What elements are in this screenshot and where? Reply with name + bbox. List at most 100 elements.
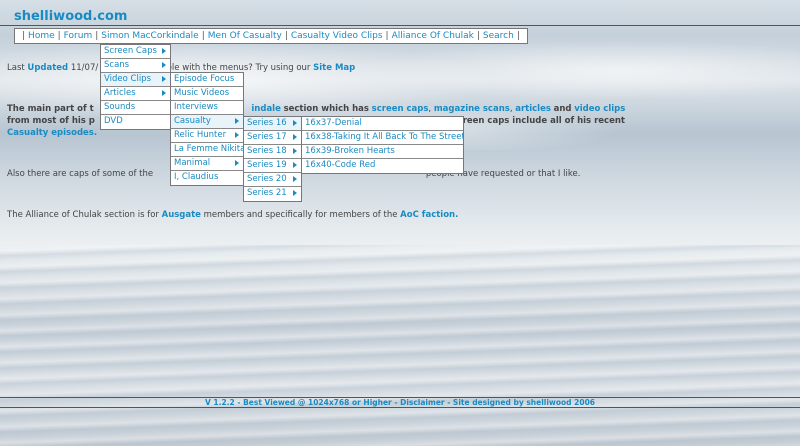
menu-item-label: Screen Caps xyxy=(104,46,157,56)
articles-link[interactable]: articles xyxy=(515,104,551,114)
dropdown-simon: Screen Caps Scans Video Clips Articles S… xyxy=(100,44,171,130)
aoc-faction-link[interactable]: AoC faction. xyxy=(400,210,458,220)
nav-separator: | xyxy=(57,31,61,41)
arrow-right-icon xyxy=(162,48,166,54)
arrow-right-icon xyxy=(293,148,297,154)
arrow-right-icon xyxy=(293,120,297,126)
text: 11/07/ xyxy=(70,63,99,73)
header-divider xyxy=(0,25,800,26)
menu-item-label: Series 18 xyxy=(247,146,287,156)
menu-item-label: Series 21 xyxy=(247,188,287,198)
arrow-right-icon xyxy=(162,76,166,82)
menu-item-episode[interactable]: 16x40-Code Red xyxy=(302,159,463,173)
menu-item-i-claudius[interactable]: I, Claudius xyxy=(171,171,243,185)
menu-item-la-femme-nikita[interactable]: La Femme Nikita xyxy=(171,143,243,157)
menu-item-episode[interactable]: 16x38-Taking It All Back To The Street xyxy=(302,131,463,145)
menu-item-label: Articles xyxy=(104,88,136,98)
footer-divider-bottom xyxy=(0,407,800,408)
dropdown-casualty: Series 16 Series 17 Series 18 Series 19 … xyxy=(243,116,302,202)
arrow-right-icon xyxy=(162,62,166,68)
menu-item-episode[interactable]: 16x37-Denial xyxy=(302,117,463,131)
text: indale xyxy=(251,104,281,114)
menu-item-series-16[interactable]: Series 16 xyxy=(244,117,301,131)
casualty-episodes-link[interactable]: Casualty episodes. xyxy=(7,128,97,138)
menu-item-label: Scans xyxy=(104,60,130,70)
arrow-right-icon xyxy=(293,134,297,140)
arrow-right-icon xyxy=(293,162,297,168)
site-map-link[interactable]: Site Map xyxy=(313,63,355,73)
text: and xyxy=(553,104,572,114)
menu-item-episode[interactable]: 16x39-Broken Hearts xyxy=(302,145,463,159)
dropdown-series-16: 16x37-Denial 16x38-Taking It All Back To… xyxy=(301,116,464,174)
ice-background xyxy=(0,245,800,446)
text: section which has xyxy=(283,104,369,114)
menu-item-articles[interactable]: Articles xyxy=(101,87,170,101)
text: Last xyxy=(7,63,25,73)
arrow-right-icon xyxy=(162,90,166,96)
nav-home[interactable]: Home xyxy=(28,31,55,41)
nav-alliance-of-chulak[interactable]: Alliance Of Chulak xyxy=(392,31,474,41)
menu-item-label: Relic Hunter xyxy=(174,130,227,140)
menu-item-music-videos[interactable]: Music Videos xyxy=(171,87,243,101)
menu-item-series-21[interactable]: Series 21 xyxy=(244,187,301,201)
menu-item-scans[interactable]: Scans xyxy=(101,59,170,73)
arrow-right-icon xyxy=(235,118,239,124)
menu-item-series-20[interactable]: Series 20 xyxy=(244,173,301,187)
menu-item-sounds[interactable]: Sounds xyxy=(101,101,170,115)
menu-item-label: 16x40-Code Red xyxy=(305,160,376,170)
nav-separator: | xyxy=(385,31,389,41)
menu-item-label: Episode Focus xyxy=(174,74,235,84)
menu-item-manimal[interactable]: Manimal xyxy=(171,157,243,171)
paragraph-alliance: The Alliance of Chulak section is for Au… xyxy=(7,209,797,221)
nav-men-of-casualty[interactable]: Men Of Casualty xyxy=(208,31,282,41)
arrow-right-icon xyxy=(235,160,239,166)
menu-item-label: Manimal xyxy=(174,158,211,168)
menu-item-video-clips[interactable]: Video Clips xyxy=(101,73,170,87)
arrow-right-icon xyxy=(235,132,239,138)
text: Also there are caps of some of the xyxy=(7,169,154,179)
nav-search[interactable]: Search xyxy=(483,31,514,41)
nav-separator: | xyxy=(201,31,205,41)
nav-forum[interactable]: Forum xyxy=(64,31,93,41)
menu-item-label: La Femme Nikita xyxy=(174,144,243,154)
text: The main part of t xyxy=(7,104,94,114)
magazine-scans-link[interactable]: magazine scans xyxy=(434,104,510,114)
menu-item-label: 16x37-Denial xyxy=(305,118,362,128)
menu-item-casualty[interactable]: Casualty xyxy=(171,115,243,129)
menu-item-label: DVD xyxy=(104,116,123,126)
nav-separator: | xyxy=(516,31,520,41)
arrow-right-icon xyxy=(293,176,297,182)
nav-casualty-video-clips[interactable]: Casualty Video Clips xyxy=(291,31,383,41)
menu-item-label: 16x39-Broken Hearts xyxy=(305,146,395,156)
menu-item-dvd[interactable]: DVD xyxy=(101,115,170,129)
menu-item-screen-caps[interactable]: Screen Caps xyxy=(101,45,170,59)
menu-item-label: Series 20 xyxy=(247,174,287,184)
nav-simon-maccorkindale[interactable]: Simon MacCorkindale xyxy=(101,31,198,41)
menu-item-episode-focus[interactable]: Episode Focus xyxy=(171,73,243,87)
dropdown-video-clips: Episode Focus Music Videos Interviews Ca… xyxy=(170,72,244,186)
video-clips-link[interactable]: video clips xyxy=(574,104,625,114)
arrow-right-icon xyxy=(293,190,297,196)
menu-item-label: Sounds xyxy=(104,102,136,112)
menu-item-label: Music Videos xyxy=(174,88,230,98)
nav-separator: | xyxy=(476,31,480,41)
screen-caps-link[interactable]: screen caps xyxy=(372,104,429,114)
menu-item-label: Series 16 xyxy=(247,118,287,128)
menu-item-label: Series 17 xyxy=(247,132,287,142)
updated-link[interactable]: Updated xyxy=(27,63,68,73)
menu-item-series-19[interactable]: Series 19 xyxy=(244,159,301,173)
menu-item-series-18[interactable]: Series 18 xyxy=(244,145,301,159)
nav-separator: | xyxy=(22,31,26,41)
text: The Alliance of Chulak section is for xyxy=(7,210,159,220)
menu-item-label: 16x38-Taking It All Back To The Street xyxy=(305,132,463,142)
nav-separator: | xyxy=(284,31,288,41)
site-title[interactable]: shelliwood.com xyxy=(14,9,127,24)
ausgate-link[interactable]: Ausgate xyxy=(162,210,201,220)
menu-item-series-17[interactable]: Series 17 xyxy=(244,131,301,145)
menu-item-label: Series 19 xyxy=(247,160,287,170)
footer-text[interactable]: V 1.2.2 - Best Viewed @ 1024x768 or High… xyxy=(0,398,800,407)
menu-item-relic-hunter[interactable]: Relic Hunter xyxy=(171,129,243,143)
text: screen caps include all of his recent xyxy=(452,116,625,126)
menu-item-label: Interviews xyxy=(174,102,218,112)
menu-item-interviews[interactable]: Interviews xyxy=(171,101,243,115)
